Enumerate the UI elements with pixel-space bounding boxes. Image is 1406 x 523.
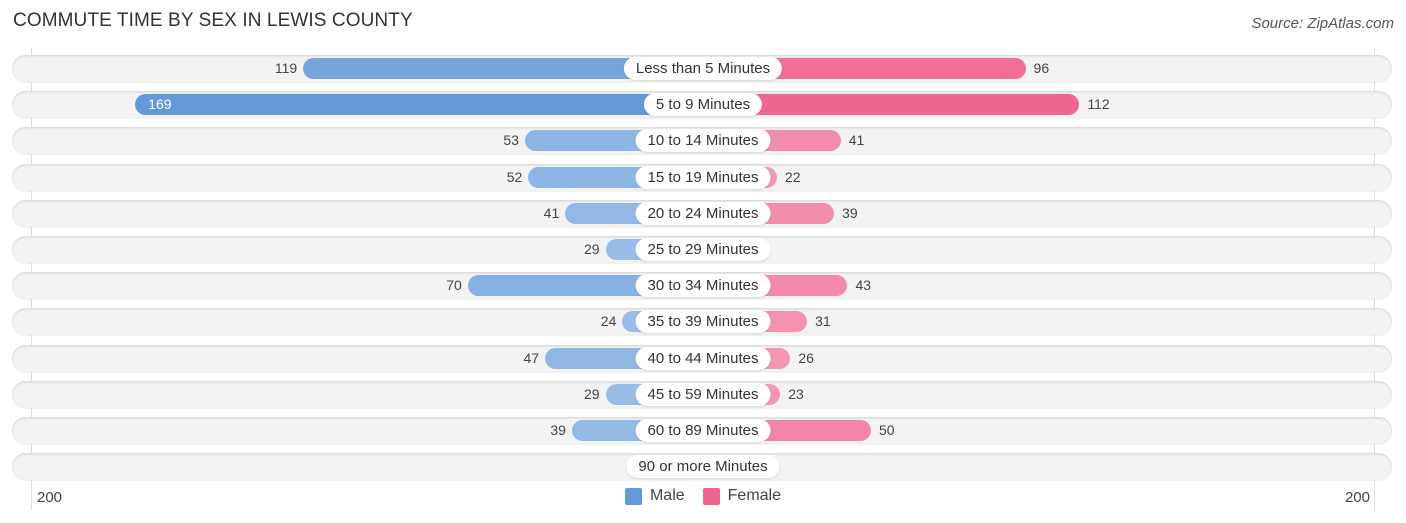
male-bar[interactable] [135, 94, 703, 116]
source-label: Source: ZipAtlas.com [1251, 15, 1394, 32]
female-value-label: 39 [842, 204, 858, 221]
male-value-label: 70 [446, 277, 462, 294]
male-value-label: 169 [148, 96, 172, 113]
category-label: 40 to 44 Minutes [635, 346, 771, 370]
category-label: 20 to 24 Minutes [635, 201, 771, 225]
female-value-label: 96 [1033, 60, 1050, 76]
category-label: 90 or more Minutes [626, 455, 780, 479]
female-value-label: 22 [784, 168, 801, 185]
female-value-label: 112 [1087, 96, 1110, 113]
male-value-label: 24 [600, 313, 617, 330]
category-label: 35 to 39 Minutes [635, 310, 771, 334]
category-label: 15 to 19 Minutes [635, 165, 771, 189]
male-value-label: 29 [583, 241, 600, 257]
male-value-label: 52 [506, 168, 523, 185]
male-value-label: 47 [523, 349, 540, 366]
legend: Male Female [0, 487, 1406, 505]
female-value-label: 43 [855, 277, 872, 294]
category-label: 45 to 59 Minutes [635, 382, 771, 406]
male-value-label: 119 [274, 60, 298, 76]
legend-label-female: Female [727, 487, 782, 504]
chart-title: COMMUTE TIME BY SEX IN LEWIS COUNTY [13, 10, 413, 31]
male-value-label: 29 [583, 385, 600, 402]
female-value-label: 41 [848, 132, 865, 149]
legend-item-female[interactable]: Female [702, 487, 782, 505]
male-swatch [624, 487, 642, 505]
category-label: 5 to 9 Minutes [643, 93, 763, 117]
category-label: 60 to 89 Minutes [635, 419, 771, 442]
category-label: 25 to 29 Minutes [635, 238, 771, 261]
male-value-label: 53 [503, 132, 519, 149]
legend-label-male: Male [649, 487, 685, 504]
female-swatch [702, 487, 720, 505]
category-label: Less than 5 Minutes [623, 57, 783, 80]
male-value-label: 41 [543, 204, 560, 221]
female-value-label: 31 [815, 313, 831, 330]
male-value-label: 39 [550, 422, 566, 438]
legend-item-male[interactable]: Male [624, 487, 685, 505]
category-label: 30 to 34 Minutes [635, 274, 771, 298]
female-value-label: 26 [798, 349, 814, 366]
female-value-label: 50 [879, 422, 895, 438]
category-label: 10 to 14 Minutes [635, 129, 771, 153]
female-value-label: 23 [788, 385, 804, 402]
